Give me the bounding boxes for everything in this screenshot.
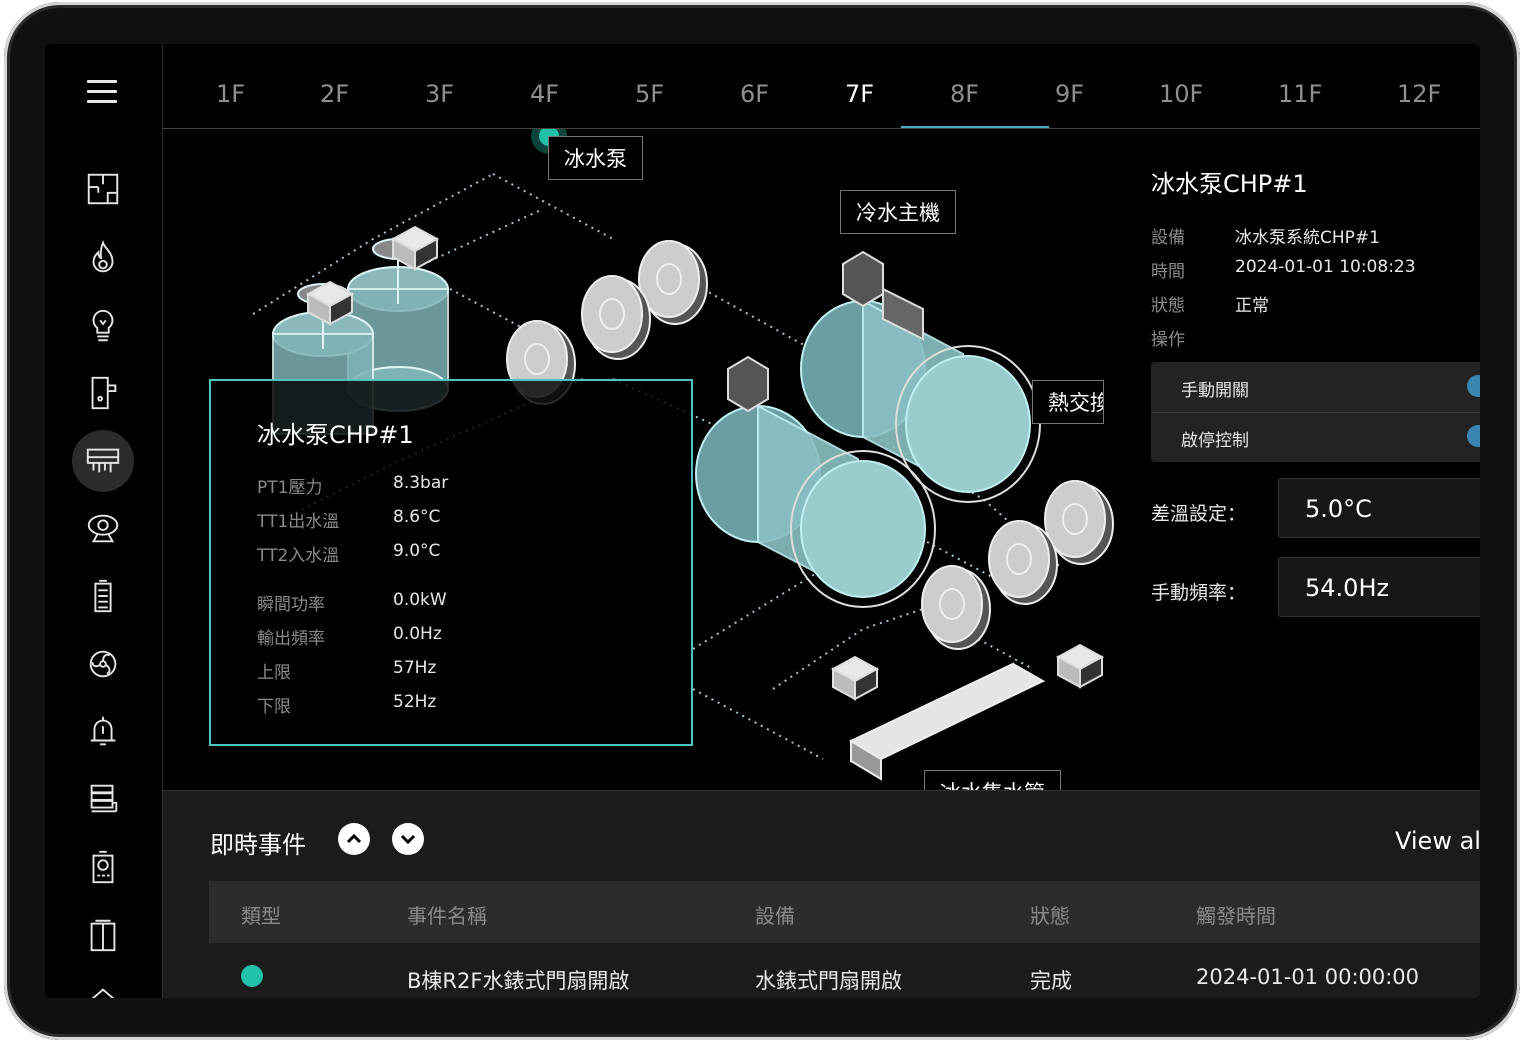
temp-diff-label: 差溫設定： [1151, 503, 1247, 525]
tab-6f[interactable]: 6F [740, 80, 769, 108]
tab-4f[interactable]: 4F [530, 80, 559, 108]
col-type: 類型 [241, 904, 281, 928]
col-status: 狀態 [1030, 904, 1070, 928]
event-time: 2024-01-01 00:00:00 [1196, 965, 1420, 989]
start-stop-label: 啟停控制 [1181, 431, 1249, 451]
tab-7f[interactable]: 7F [845, 80, 874, 108]
hamburger-icon[interactable] [87, 80, 117, 106]
active-tab-indicator [901, 126, 1049, 128]
manual-switch-label: 手動開關 [1181, 381, 1249, 401]
control-box: 手動開關 啟停控制 [1151, 362, 1480, 462]
lightbulb-icon[interactable] [72, 295, 134, 357]
screen: 1F 2F 3F 4F 5F 6F 7F 8F 9F 10F 11F 12F 冰… [45, 44, 1480, 998]
event-device: 水錶式門扇開啟 [755, 969, 902, 993]
events-table-header: 類型 事件名稱 設備 狀態 觸發時間 [209, 881, 1480, 943]
alarm-bell-icon[interactable] [72, 700, 134, 762]
event-name: B棟R2F水錶式門扇開啟 [407, 969, 630, 993]
camera-icon[interactable] [72, 497, 134, 559]
event-status: 完成 [1030, 969, 1072, 993]
fire-icon[interactable] [72, 227, 134, 289]
pump-info-panel: 冰水泵CHP#1 PT1壓力 8.3bar TT1出水溫 8.6°C TT2入水溫 9… [209, 379, 693, 746]
floor-tabs: 1F 2F 3F 4F 5F 6F 7F 8F 9F 10F 11F 12F [163, 44, 1480, 129]
manual-freq-label: 手動頻率： [1151, 582, 1247, 604]
elevator-icon[interactable] [72, 904, 134, 966]
event-type-dot [241, 965, 263, 987]
server-stack-icon[interactable] [72, 768, 134, 830]
temp-diff-input[interactable]: 5.0°C [1278, 478, 1480, 538]
tab-8f[interactable]: 8F [950, 80, 979, 108]
tab-11f[interactable]: 11F [1278, 80, 1322, 108]
manual-switch-toggle[interactable] [1467, 375, 1480, 397]
chiller-label[interactable]: 冷水主機 [840, 190, 956, 234]
meter-icon[interactable] [72, 836, 134, 898]
fan-icon[interactable] [72, 633, 134, 695]
heat-exchanger-label[interactable]: 熱交換 [1032, 380, 1104, 424]
col-device: 設備 [755, 904, 795, 928]
start-stop-toggle[interactable] [1467, 425, 1480, 447]
detail-title: 冰水泵CHP#1 [1151, 170, 1308, 198]
col-time: 觸發時間 [1196, 904, 1276, 928]
home-icon[interactable] [72, 970, 134, 998]
hvac-unit-icon[interactable] [72, 430, 134, 492]
tab-10f[interactable]: 10F [1159, 80, 1203, 108]
tab-2f[interactable]: 2F [320, 80, 349, 108]
manual-freq-input[interactable]: 54.0Hz [1278, 557, 1480, 617]
start-stop-row: 啟停控制 [1151, 412, 1480, 462]
pump-label[interactable]: 冰水泵 [548, 136, 643, 180]
events-title: 即時事件 [210, 831, 306, 859]
col-name: 事件名稱 [407, 904, 487, 928]
chevron-down-icon[interactable] [392, 823, 424, 855]
tab-9f[interactable]: 9F [1055, 80, 1084, 108]
tab-12f[interactable]: 12F [1397, 80, 1441, 108]
access-door-icon[interactable] [72, 362, 134, 424]
floorplan-icon[interactable] [72, 158, 134, 220]
tab-1f[interactable]: 1F [216, 80, 245, 108]
sidebar [45, 44, 163, 998]
chevron-up-icon[interactable] [338, 823, 370, 855]
info-panel-title: 冰水泵CHP#1 [257, 421, 414, 449]
view-all-link[interactable]: View all [1395, 827, 1480, 855]
manual-switch-row: 手動開關 [1151, 362, 1480, 412]
table-row[interactable]: B棟R2F水錶式門扇開啟 水錶式門扇開啟 完成 2024-01-01 00:00… [209, 943, 1480, 998]
battery-icon[interactable] [72, 565, 134, 627]
tab-3f[interactable]: 3F [425, 80, 454, 108]
events-panel: 即時事件 View all 類型 事件名稱 設備 狀態 觸發時間 B棟R2F水錶… [163, 790, 1480, 998]
tab-5f[interactable]: 5F [635, 80, 664, 108]
